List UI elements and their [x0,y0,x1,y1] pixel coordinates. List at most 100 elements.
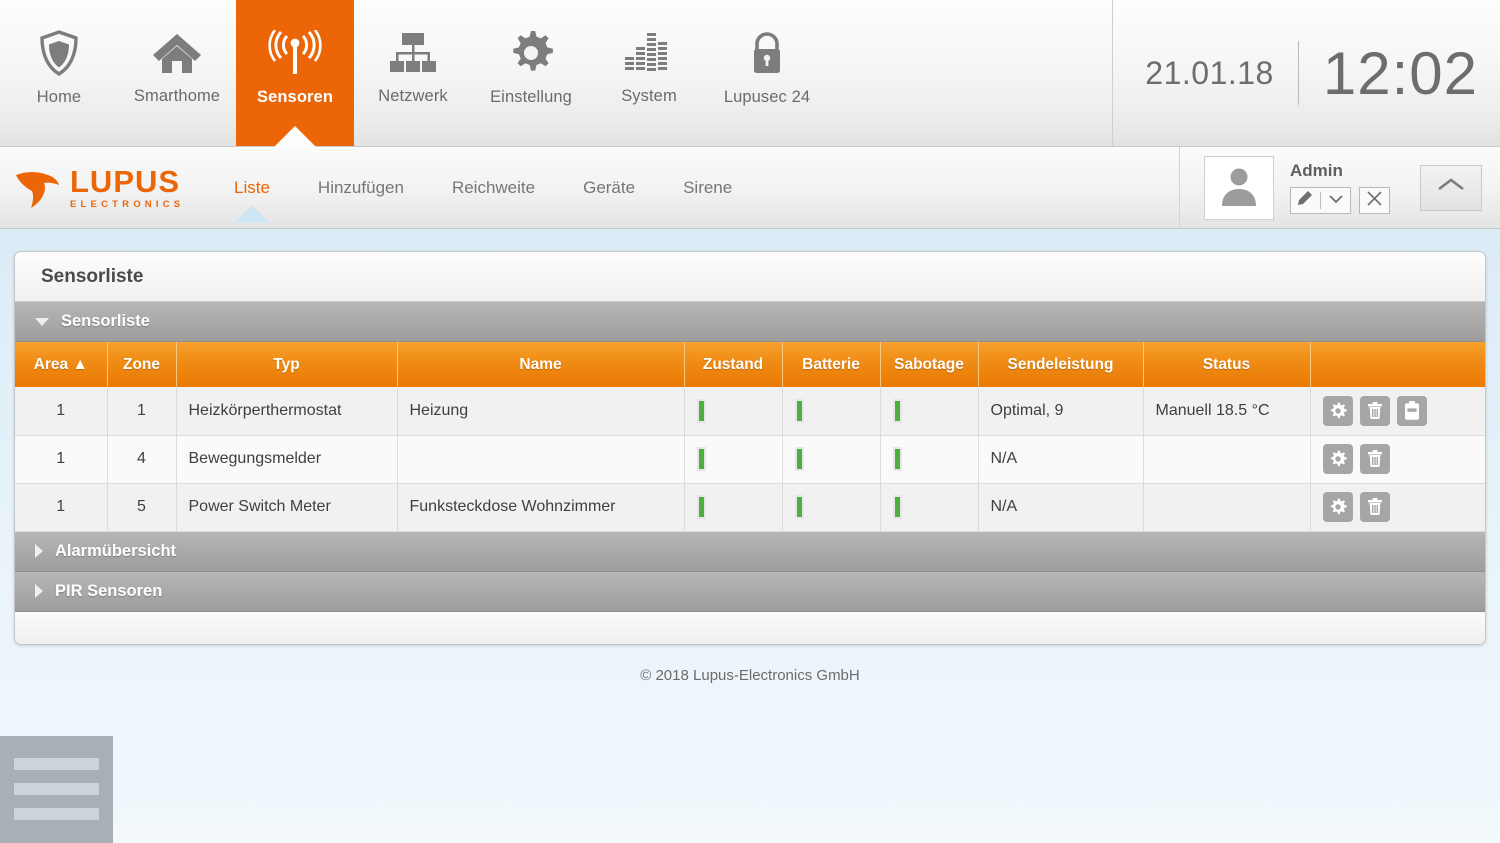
logout-close-button[interactable] [1359,187,1390,214]
current-date: 21.01.18 [1145,54,1274,91]
cell-typ: Bewegungsmelder [176,435,398,484]
current-time: 12:02 [1322,39,1478,107]
nav-item-sensoren[interactable]: Sensoren [236,0,354,147]
clock-display: 21.01.18 12:02 [1112,0,1500,146]
cell-sendeleistung: N/A [978,483,1144,532]
subnav-item-sirene[interactable]: Sirene [659,178,756,198]
top-nav-items: Home Smarthome Sensoren Netzwerk Einstel… [0,0,826,147]
column-header-name[interactable]: Name [397,342,685,387]
brand-tagline: ELECTRONICS [70,198,185,210]
subnav-item-liste[interactable]: Liste [210,178,294,223]
nav-item-smarthome[interactable]: Smarthome [118,0,236,146]
gear-icon[interactable] [1322,444,1353,474]
section-label: Sensorliste [61,312,150,330]
page-title: Sensorliste [15,252,1485,302]
user-meta: Admin [1290,161,1390,214]
main-content: Sensorliste Sensorliste Area ▲ Zone Typ … [0,229,1500,684]
active-tab-notch [274,126,316,147]
subnav-item-reichweite[interactable]: Reichweite [428,178,559,198]
subnav-item-geraete[interactable]: Geräte [559,178,659,198]
column-header-status[interactable]: Status [1143,342,1311,387]
cell-status [1143,483,1311,532]
cell-typ: Heizkörperthermostat [176,387,398,436]
wolf-head-icon [14,161,62,214]
status-ok-indicator [892,447,902,471]
house-icon [151,31,203,75]
nav-item-einstellung[interactable]: Einstellung [472,0,590,146]
user-account-box: Admin [1179,147,1500,228]
column-header-zustand[interactable]: Zustand [684,342,783,387]
column-header-sabotage[interactable]: Sabotage [880,342,979,387]
cell-sabotage [880,387,979,436]
network-tree-icon [388,31,438,75]
gear-icon[interactable] [1322,492,1353,522]
chevron-up-icon [1436,177,1466,198]
cell-actions [1310,435,1485,484]
column-header-zone[interactable]: Zone [107,342,177,387]
equalizer-icon [623,31,675,75]
top-navigation-bar: Home Smarthome Sensoren Netzwerk Einstel… [0,0,1500,147]
brand-logo[interactable]: LUPUS ELECTRONICS [0,161,210,214]
user-action-buttons [1290,187,1390,214]
table-row[interactable]: 1 5 Power Switch Meter Funksteckdose Woh… [15,483,1485,532]
table-row[interactable]: 1 1 Heizkörperthermostat Heizung Optimal… [15,387,1485,436]
trash-icon[interactable] [1359,492,1390,522]
trash-icon[interactable] [1359,395,1390,426]
sub-nav-items: Liste Hinzufügen Reichweite Geräte Siren… [210,178,756,223]
collapse-panel-button[interactable] [1420,164,1482,211]
cell-name [397,435,685,484]
cell-sendeleistung: N/A [978,435,1144,484]
menu-bar [14,808,99,820]
nav-label: Smarthome [133,86,221,105]
section-label: Alarmübersicht [55,541,177,560]
status-ok-indicator [696,495,706,519]
save-icon[interactable] [1396,395,1427,426]
section-header-sensorliste[interactable]: Sensorliste [15,302,1485,342]
column-header-actions [1310,342,1485,387]
user-name: Admin [1290,161,1343,180]
nav-item-home[interactable]: Home [0,0,118,146]
sensor-table: Area ▲ Zone Typ Name Zustand Batterie Sa… [15,342,1485,532]
cell-area: 1 [15,387,108,436]
row-actions [1322,395,1474,426]
status-ok-indicator [696,398,706,423]
user-avatar-icon [1218,164,1260,211]
row-actions [1322,492,1474,522]
column-header-area[interactable]: Area ▲ [15,342,108,387]
sensorliste-panel: Sensorliste Sensorliste Area ▲ Zone Typ … [14,251,1486,645]
subnav-item-hinzufuegen[interactable]: Hinzufügen [294,178,428,198]
nav-item-lupusec24[interactable]: Lupusec 24 [708,0,826,146]
section-header-alarmuebersicht[interactable]: Alarmübersicht [15,531,1485,572]
edit-user-button[interactable] [1290,187,1351,214]
cell-sabotage [880,435,979,484]
avatar[interactable] [1204,155,1274,220]
column-header-typ[interactable]: Typ [176,342,398,387]
hamburger-menu-icon[interactable] [0,736,113,843]
section-label: PIR Sensoren [55,581,163,600]
cell-sabotage [880,483,979,532]
caret-right-icon [35,584,43,598]
trash-icon[interactable] [1359,444,1390,474]
cell-name: Funksteckdose Wohnzimmer [397,483,685,532]
button-divider [1320,192,1321,209]
brand-name: LUPUS [70,163,181,199]
cell-zustand [684,483,783,532]
column-header-batterie[interactable]: Batterie [782,342,881,387]
gear-icon[interactable] [1322,395,1353,426]
cell-batterie [782,483,881,532]
chevron-down-icon [1328,192,1344,210]
cell-status: Manuell 18.5 °C [1143,387,1311,436]
section-header-pir-sensoren[interactable]: PIR Sensoren [15,571,1485,612]
row-actions [1322,444,1474,474]
nav-item-netzwerk[interactable]: Netzwerk [354,0,472,146]
status-ok-indicator [794,447,804,471]
table-header-row: Area ▲ Zone Typ Name Zustand Batterie Sa… [15,342,1485,387]
table-row[interactable]: 1 4 Bewegungsmelder N/A [15,435,1485,484]
panel-footer [15,611,1485,644]
status-ok-indicator [892,495,902,519]
nav-item-system[interactable]: System [590,0,708,146]
cell-actions [1310,387,1485,436]
column-header-sendeleistung[interactable]: Sendeleistung [978,342,1144,387]
cell-status [1143,435,1311,484]
cell-batterie [782,435,881,484]
